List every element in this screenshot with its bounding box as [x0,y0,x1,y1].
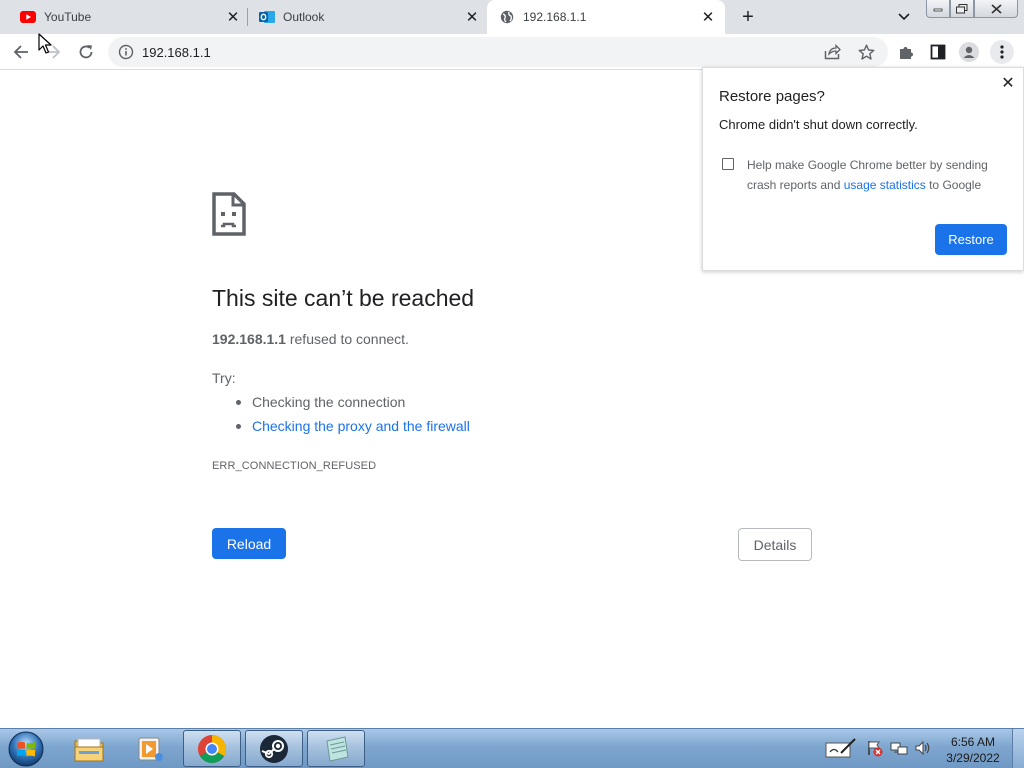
error-message: 192.168.1.1 refused to connect. [212,331,409,347]
bubble-title: Restore pages? [719,88,825,105]
network-icon[interactable] [888,735,910,761]
action-center-icon[interactable] [824,735,858,761]
outlook-icon [259,9,275,25]
close-tab-icon[interactable]: ✕ [224,8,242,26]
help-text-after: to Google [925,178,982,192]
tab-search-chevron-icon[interactable] [894,8,914,26]
window-controls [926,0,1018,18]
globe-icon [499,9,515,25]
system-clock[interactable]: 6:56 AM 3/29/2022 [940,734,1006,766]
reload-button[interactable] [74,40,98,64]
crash-reports-label: Help make Google Chrome better by sendin… [747,155,1017,195]
error-message-text: refused to connect. [285,331,409,347]
suggestion-link-proxy-firewall[interactable]: Checking the proxy and the firewall [234,418,470,442]
site-info-icon[interactable] [118,44,134,60]
suggestions-list: Checking the connection Checking the pro… [234,394,470,442]
error-code: ERR_CONNECTION_REFUSED [212,460,377,472]
restore-pages-bubble: ✕ Restore pages? Chrome didn't shut down… [702,67,1024,271]
steam-icon[interactable] [245,730,303,767]
side-panel-icon[interactable] [926,40,950,64]
flag-error-icon[interactable] [864,735,886,761]
tab-separator [247,8,248,26]
close-tab-icon[interactable]: ✕ [463,8,481,26]
share-icon[interactable] [820,40,844,64]
bubble-message: Chrome didn't shut down correctly. [719,117,918,132]
clock-time: 6:56 AM [950,735,996,749]
error-host: 192.168.1.1 [212,331,286,347]
error-title: This site can’t be reached [212,285,475,311]
try-label: Try: [212,370,236,386]
browser-toolbar: 192.168.1.1 [0,34,1024,70]
show-desktop-button[interactable] [1012,729,1024,768]
chrome-menu-icon[interactable] [990,40,1014,64]
start-button[interactable] [6,731,46,767]
tab-youtube[interactable]: YouTube ✕ [20,0,242,34]
media-player-icon[interactable] [121,730,179,767]
back-button[interactable] [9,40,33,64]
url-text: 192.168.1.1 [142,45,211,60]
tab-title: 192.168.1.1 [523,10,587,24]
volume-icon[interactable] [912,735,934,761]
usage-statistics-link[interactable]: usage statistics [844,178,926,192]
new-tab-button[interactable]: + [736,6,760,28]
reload-button[interactable]: Reload [212,528,286,559]
tab-strip: YouTube ✕ Outlook ✕ 192.168.1.1 ✕ + [0,0,1024,34]
close-window-button[interactable] [974,0,1018,18]
mouse-cursor-icon [38,33,52,55]
file-explorer-icon[interactable] [60,730,118,767]
restore-down-button[interactable] [950,0,974,18]
clock-date: 3/29/2022 [946,751,1000,765]
tab-title: YouTube [44,10,92,24]
sad-document-icon [212,192,246,236]
details-button[interactable]: Details [738,528,812,561]
youtube-icon [20,9,36,25]
notepad-icon[interactable] [307,730,365,767]
tab-192-168-1-1[interactable]: 192.168.1.1 ✕ [487,0,725,34]
close-tab-icon[interactable]: ✕ [699,8,717,26]
minimize-button[interactable] [926,0,950,18]
crash-reports-checkbox[interactable] [722,158,734,170]
chrome-icon[interactable] [183,730,241,767]
profile-avatar-icon[interactable] [957,40,981,64]
bookmark-star-icon[interactable] [854,40,878,64]
tab-title: Outlook [283,10,325,24]
suggestion-item: Checking the connection [234,394,470,418]
close-bubble-icon[interactable]: ✕ [999,74,1017,92]
restore-button[interactable]: Restore [935,224,1007,255]
taskbar: 6:56 AM 3/29/2022 [0,728,1024,768]
tab-outlook[interactable]: Outlook ✕ [259,0,481,34]
extensions-puzzle-icon[interactable] [894,40,918,64]
address-bar[interactable]: 192.168.1.1 [108,37,888,67]
